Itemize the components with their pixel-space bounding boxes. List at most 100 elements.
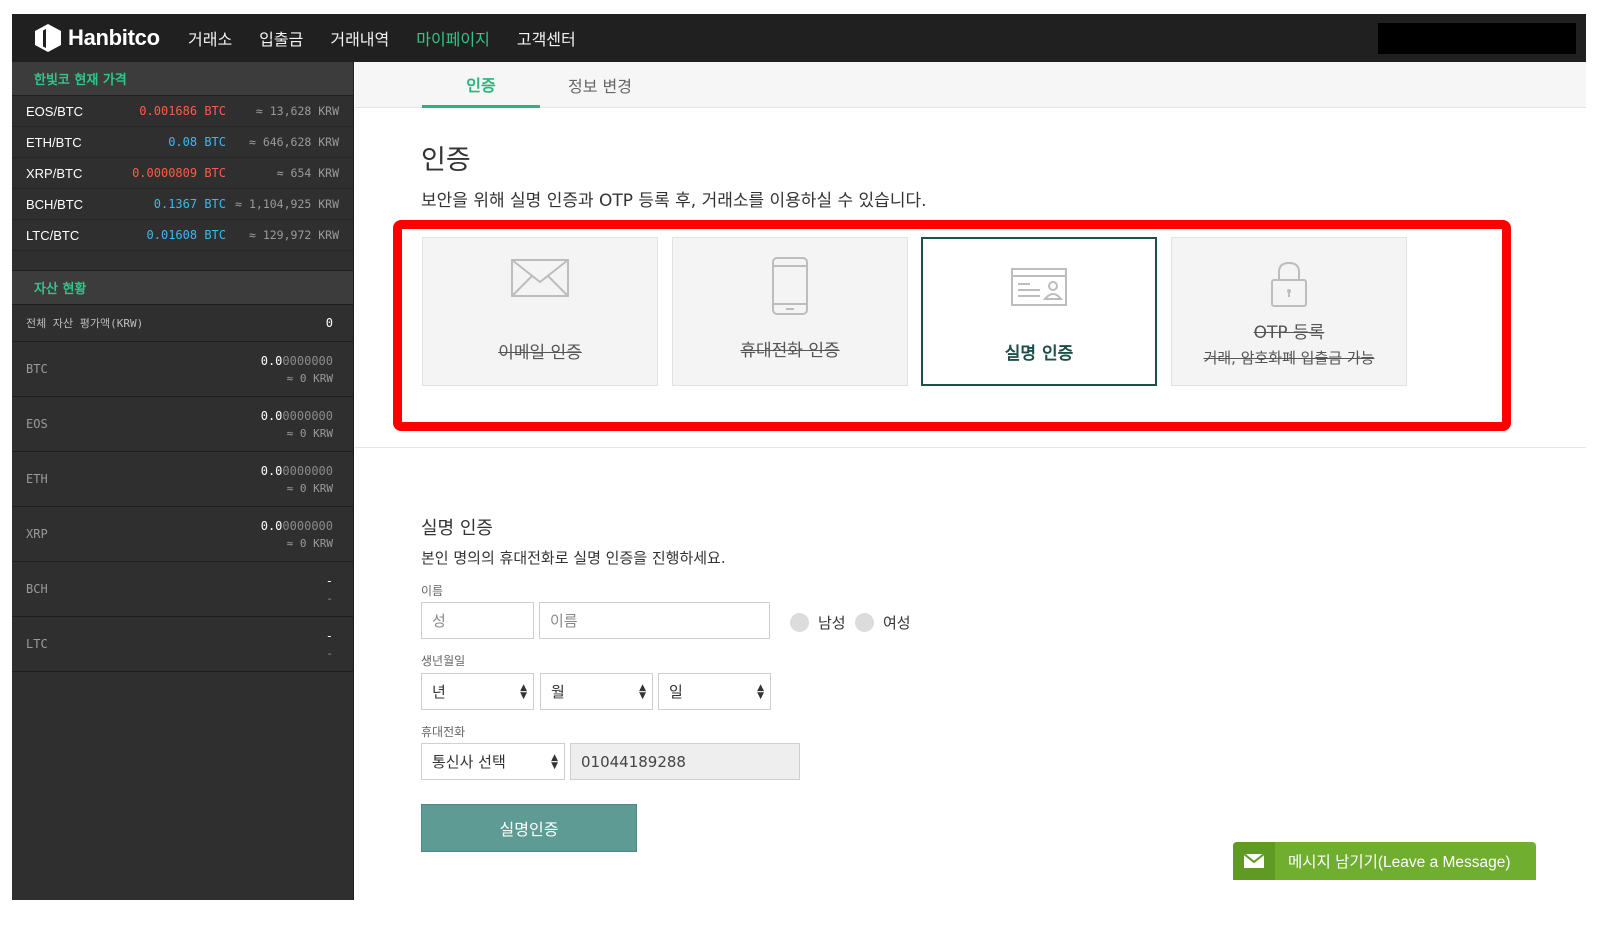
- asset-amount: 0.00000000: [260, 463, 333, 478]
- select-arrows-icon: ▲ ▼: [551, 752, 558, 771]
- asset-krw: -: [326, 646, 333, 660]
- asset-amount: 0.00000000: [260, 353, 333, 368]
- asset-krw: ≈ 0 KRW: [286, 536, 333, 550]
- pair-krw: ≈ 654 KRW: [276, 166, 339, 180]
- radio-dot: [790, 613, 809, 632]
- sidebar-spacer: [12, 251, 353, 271]
- main-content: 인증 정보 변경 인증 보안을 위해 실명 인증과 OTP 등록 후, 거래소를…: [355, 62, 1586, 900]
- card-realname-auth[interactable]: 실명 인증: [921, 237, 1157, 386]
- asset-total-label: 전체 자산 평가액(KRW): [26, 317, 144, 330]
- gender-female-radio[interactable]: 여성: [855, 612, 911, 633]
- birth-year-value: 년: [432, 683, 446, 701]
- asset-coin: LTC: [26, 637, 48, 651]
- main-nav: 거래소 입출금 거래내역 마이페이지 고객센터: [188, 14, 603, 62]
- pair-price: 0.1367 BTC: [153, 197, 226, 211]
- asset-coin: BTC: [26, 362, 48, 376]
- price-row[interactable]: EOS/BTC 0.001686 BTC ≈ 13,628 KRW: [12, 96, 353, 127]
- asset-row: EOS 0.00000000 ≈ 0 KRW: [12, 397, 353, 452]
- birth-label: 생년월일: [421, 654, 466, 668]
- pair-name: XRP/BTC: [26, 165, 83, 181]
- top-navigation-bar: Hanbitco 거래소 입출금 거래내역 마이페이지 고객센터: [12, 14, 1586, 62]
- form-description: 본인 명의의 휴대전화로 실명 인증을 진행하세요.: [421, 549, 726, 567]
- radio-dot: [855, 613, 874, 632]
- first-name-input[interactable]: 이름: [539, 602, 770, 639]
- asset-total-value: 0: [325, 316, 333, 330]
- nav-exchange[interactable]: 거래소: [188, 26, 232, 50]
- pair-price: 0.001686 BTC: [139, 104, 226, 118]
- card-otp-register[interactable]: OTP 등록 거래, 암호화폐 입출금 가능: [1171, 237, 1407, 386]
- card-label: 실명 인증: [1004, 344, 1074, 364]
- pair-name: EOS/BTC: [26, 103, 84, 119]
- price-row[interactable]: ETH/BTC 0.08 BTC ≈ 646,628 KRW: [12, 127, 353, 158]
- leave-message-label: 메시지 남기기(Leave a Message): [1288, 854, 1511, 871]
- card-email-auth[interactable]: 이메일 인증: [422, 237, 658, 386]
- price-row[interactable]: LTC/BTC 0.01608 BTC ≈ 129,972 KRW: [12, 220, 353, 251]
- pair-name: LTC/BTC: [26, 227, 80, 243]
- realname-auth-button[interactable]: 실명인증: [421, 804, 637, 852]
- user-account-area[interactable]: [1378, 23, 1576, 54]
- lock-icon: [1271, 261, 1307, 307]
- id-card-icon: [1011, 268, 1067, 306]
- asset-coin: ETH: [26, 472, 48, 486]
- asset-row: LTC - -: [12, 617, 353, 672]
- last-name-input[interactable]: 성: [421, 602, 534, 639]
- asset-krw: ≈ 0 KRW: [286, 481, 333, 495]
- asset-row: ETH 0.00000000 ≈ 0 KRW: [12, 452, 353, 507]
- price-row[interactable]: BCH/BTC 0.1367 BTC ≈ 1,104,925 KRW: [12, 189, 353, 220]
- asset-row: XRP 0.00000000 ≈ 0 KRW: [12, 507, 353, 562]
- section-divider: [355, 447, 1586, 448]
- envelope-icon: [511, 259, 569, 297]
- phone-label: 휴대전화: [421, 725, 466, 739]
- sidebar: 한빛코 현재 가격 EOS/BTC 0.001686 BTC ≈ 13,628 …: [12, 62, 354, 900]
- nav-history[interactable]: 거래내역: [330, 26, 389, 50]
- card-sublabel: 거래, 암호화폐 입출금 가능: [1203, 349, 1375, 367]
- asset-amount: -: [325, 573, 333, 588]
- asset-coin: XRP: [26, 527, 48, 541]
- nav-deposit-withdraw[interactable]: 입출금: [259, 26, 303, 50]
- nav-support[interactable]: 고객센터: [517, 26, 576, 50]
- birth-month-select[interactable]: 월 ▲ ▼: [540, 673, 653, 710]
- pair-krw: ≈ 1,104,925 KRW: [235, 197, 339, 211]
- asset-coin: BCH: [26, 582, 48, 596]
- smartphone-icon: [772, 257, 808, 315]
- birth-year-select[interactable]: 년 ▲ ▼: [421, 673, 534, 710]
- asset-total-row: 전체 자산 평가액(KRW) 0: [12, 305, 353, 342]
- card-phone-auth[interactable]: 휴대전화 인증: [672, 237, 908, 386]
- page-title: 인증: [421, 145, 471, 176]
- pair-price: 0.08 BTC: [168, 135, 226, 149]
- asset-krw: -: [326, 591, 333, 605]
- price-section-title: 한빛코 현재 가격: [12, 62, 353, 96]
- asset-krw: ≈ 0 KRW: [286, 371, 333, 385]
- card-label: 휴대전화 인증: [740, 341, 840, 361]
- gender-male-label: 남성: [818, 614, 846, 632]
- tab-auth[interactable]: 인증: [422, 62, 540, 108]
- select-arrows-icon: ▲ ▼: [520, 682, 527, 701]
- hanbitco-logo-icon: [35, 24, 61, 52]
- birth-month-value: 월: [551, 683, 565, 701]
- asset-amount: 0.00000000: [260, 408, 333, 423]
- gender-female-label: 여성: [883, 614, 911, 632]
- page-description: 보안을 위해 실명 인증과 OTP 등록 후, 거래소를 이용하실 수 있습니다…: [421, 191, 927, 211]
- tab-info-change[interactable]: 정보 변경: [540, 62, 660, 108]
- mail-icon: [1244, 854, 1264, 868]
- name-label: 이름: [421, 584, 444, 598]
- gender-male-radio[interactable]: 남성: [790, 612, 846, 633]
- asset-row: BCH - -: [12, 562, 353, 617]
- carrier-value: 통신사 선택: [432, 753, 506, 771]
- mail-icon-wrap: [1233, 842, 1275, 880]
- birth-day-value: 일: [669, 683, 683, 701]
- leave-message-button[interactable]: 메시지 남기기(Leave a Message): [1233, 842, 1536, 880]
- card-label: 이메일 인증: [498, 343, 582, 363]
- pair-price: 0.01608 BTC: [146, 228, 226, 242]
- price-row[interactable]: XRP/BTC 0.0000809 BTC ≈ 654 KRW: [12, 158, 353, 189]
- carrier-select[interactable]: 통신사 선택 ▲ ▼: [421, 743, 565, 780]
- phone-number-field[interactable]: 01044189288: [570, 743, 800, 780]
- asset-amount: -: [325, 628, 333, 643]
- nav-mypage[interactable]: 마이페이지: [416, 26, 490, 50]
- asset-coin: EOS: [26, 417, 48, 431]
- form-title: 실명 인증: [421, 518, 493, 539]
- brand-logo[interactable]: Hanbitco: [34, 23, 160, 53]
- birth-day-select[interactable]: 일 ▲ ▼: [658, 673, 771, 710]
- tab-bar: 인증 정보 변경: [355, 62, 1586, 108]
- asset-amount: 0.00000000: [260, 518, 333, 533]
